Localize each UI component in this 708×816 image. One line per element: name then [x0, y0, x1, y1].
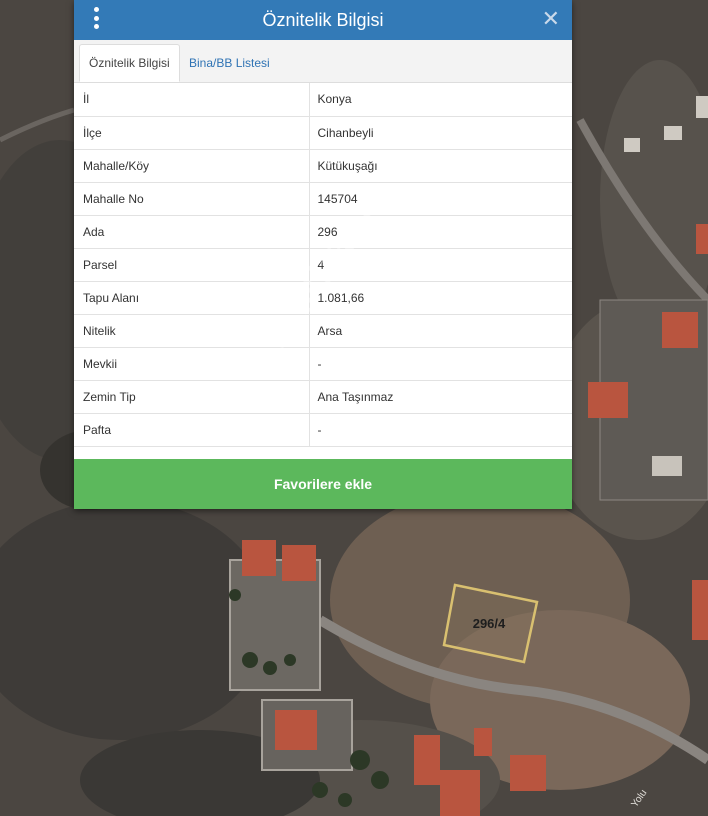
row-key: İlçe	[74, 116, 310, 150]
row-value: Konya	[309, 83, 572, 117]
table-row: Mevkii -	[74, 347, 572, 381]
row-key: Ada	[74, 215, 310, 249]
row-key: Zemin Tip	[74, 380, 310, 414]
table-row: Nitelik Arsa	[74, 314, 572, 348]
table-row: İl Konya	[74, 83, 572, 117]
menu-icon[interactable]	[92, 7, 100, 29]
panel-title: Öznitelik Bilgisi	[262, 9, 384, 30]
row-key: Tapu Alanı	[74, 281, 310, 315]
table-row: Tapu Alanı 1.081,66	[74, 281, 572, 315]
table-row: Mahalle/Köy Kütükuşağı	[74, 149, 572, 183]
row-value: 1.081,66	[309, 281, 572, 315]
tabs-bar: Öznitelik Bilgisi Bina/BB Listesi	[74, 40, 572, 83]
add-to-favorites-button[interactable]: Favorilere ekle	[74, 459, 572, 509]
row-key: Parsel	[74, 248, 310, 282]
table-row: Pafta -	[74, 413, 572, 447]
row-value: 296	[309, 215, 572, 249]
table-row: Zemin Tip Ana Taşınmaz	[74, 380, 572, 414]
row-value: -	[309, 347, 572, 381]
table-row: Parsel 4	[74, 248, 572, 282]
row-value: 4	[309, 248, 572, 282]
close-icon[interactable]: ✕	[542, 5, 560, 33]
attribute-panel: Öznitelik Bilgisi ✕ Öznitelik Bilgisi Bi…	[74, 0, 572, 509]
row-value: Arsa	[309, 314, 572, 348]
row-value: -	[309, 413, 572, 447]
row-value: 145704	[309, 182, 572, 216]
table-row: İlçe Cihanbeyli	[74, 116, 572, 150]
row-value: Kütükuşağı	[309, 149, 572, 183]
attribute-table: İl Konya İlçe Cihanbeyli Mahalle/Köy Kütüku…	[74, 83, 572, 447]
row-key: Nitelik	[74, 314, 310, 348]
row-key: Mahalle No	[74, 182, 310, 216]
table-row: Ada 296	[74, 215, 572, 249]
table-row: Mahalle No 145704	[74, 182, 572, 216]
row-value: Cihanbeyli	[309, 116, 572, 150]
parcel-label: 296/4	[473, 616, 506, 631]
tab-attribute-info[interactable]: Öznitelik Bilgisi	[79, 44, 180, 82]
row-key: Mevkii	[74, 347, 310, 381]
tab-building-list[interactable]: Bina/BB Listesi	[180, 44, 279, 81]
row-key: İl	[74, 83, 310, 117]
row-key: Mahalle/Köy	[74, 149, 310, 183]
row-value: Ana Taşınmaz	[309, 380, 572, 414]
row-key: Pafta	[74, 413, 310, 447]
panel-header: Öznitelik Bilgisi ✕	[74, 0, 572, 40]
